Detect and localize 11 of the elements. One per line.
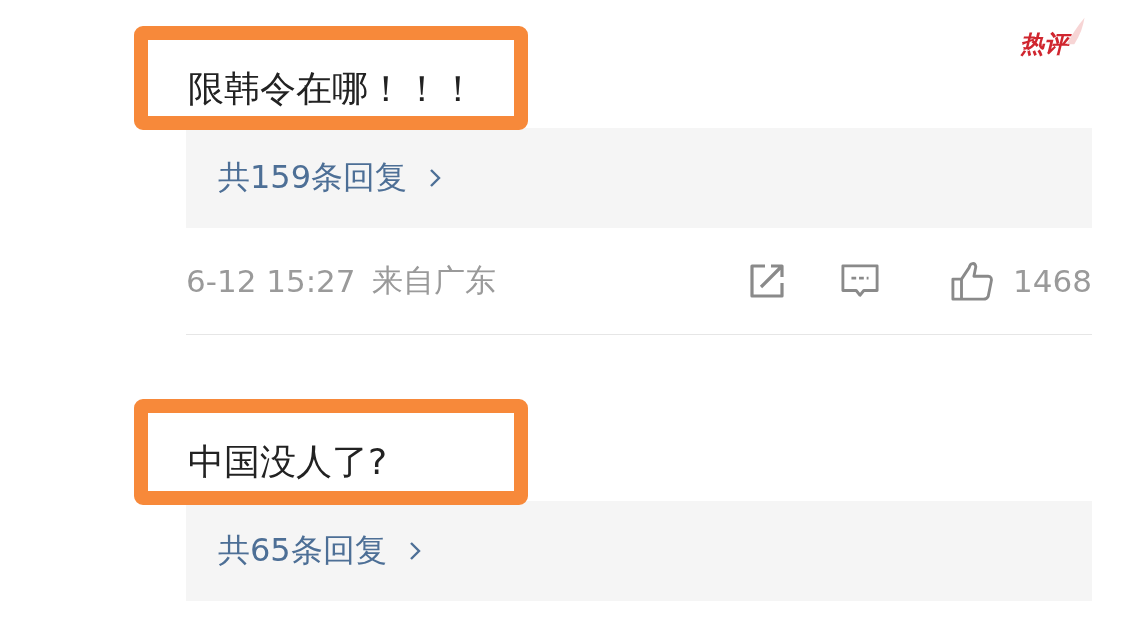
comment-text: 限韩令在哪！！！ xyxy=(188,67,476,111)
comment-text: 中国没人了? xyxy=(188,440,388,484)
replies-link[interactable]: 共65条回复 xyxy=(218,529,387,573)
comment-time: 6-12 15:27 xyxy=(186,263,356,299)
replies-link[interactable]: 共159条回复 xyxy=(218,156,408,200)
chevron-icon xyxy=(429,168,442,188)
like-count: 1468 xyxy=(1013,263,1092,299)
chevron-icon xyxy=(408,541,421,561)
comment-icon[interactable] xyxy=(839,262,882,300)
thumbs-up-icon[interactable] xyxy=(949,260,996,302)
comment-location: 来自广东 xyxy=(371,261,496,300)
